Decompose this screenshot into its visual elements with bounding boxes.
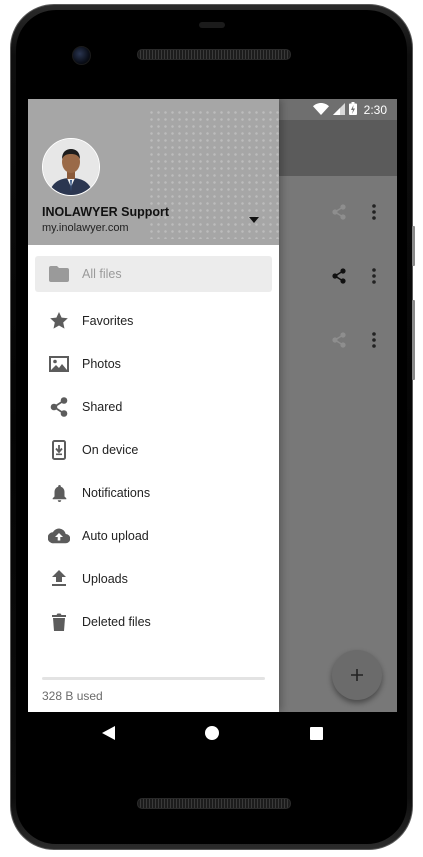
account-dropdown-icon[interactable] (249, 210, 259, 228)
menu-item-label: All files (82, 267, 122, 281)
menu-item-notifications[interactable]: Notifications (28, 471, 279, 514)
recents-button[interactable] (310, 727, 323, 740)
top-speaker (137, 49, 291, 60)
star-icon (48, 310, 70, 332)
home-button[interactable] (205, 726, 219, 740)
screen: 2:30 INOLAWYER Support my.inolawyer.com … (28, 99, 397, 712)
navigation-drawer: INOLAWYER Support my.inolawyer.com All f… (28, 99, 279, 712)
cloud-upload-icon (48, 525, 70, 547)
menu-item-favorites[interactable]: Favorites (28, 299, 279, 342)
share-icon (48, 396, 70, 418)
more-options-icon[interactable] (372, 332, 376, 353)
system-nav-bar (28, 712, 397, 754)
menu-item-label: Deleted files (82, 614, 151, 629)
account-server: my.inolawyer.com (42, 222, 129, 234)
menu-item-label: Photos (82, 356, 121, 371)
device-download-icon (48, 439, 70, 461)
front-camera (72, 46, 91, 65)
menu-item-label: On device (82, 442, 139, 457)
menu-item-label: Auto upload (82, 528, 149, 543)
menu-item-label: Uploads (82, 571, 128, 586)
volume-button (412, 300, 415, 380)
image-icon (48, 353, 70, 375)
drawer-header: INOLAWYER Support my.inolawyer.com (28, 99, 279, 245)
folder-icon (48, 263, 70, 285)
menu-item-label: Shared (82, 399, 123, 414)
bell-icon (48, 482, 70, 504)
clock: 2:30 (363, 103, 387, 117)
share-icon[interactable] (332, 204, 346, 225)
wifi-icon (312, 102, 329, 118)
account-name: INOLAWYER Support (42, 205, 170, 219)
menu-item-shared[interactable]: Shared (28, 385, 279, 428)
quota-progress-bar (42, 677, 265, 680)
more-options-icon[interactable] (372, 204, 376, 225)
menu-item-auto-upload[interactable]: Auto upload (28, 514, 279, 557)
plus-icon (351, 669, 363, 681)
signal-icon (332, 102, 345, 118)
power-button (412, 226, 415, 266)
upload-icon (48, 568, 70, 590)
menu-item-label: Notifications (82, 485, 151, 500)
bottom-speaker (137, 798, 291, 809)
back-button[interactable] (102, 726, 116, 745)
menu-item-on-device[interactable]: On device (28, 428, 279, 471)
menu-item-label: Favorites (82, 313, 134, 328)
menu-item-uploads[interactable]: Uploads (28, 557, 279, 600)
quota-text: 328 B used (42, 689, 103, 703)
battery-icon (348, 102, 357, 118)
menu-item-photos[interactable]: Photos (28, 342, 279, 385)
share-icon[interactable] (332, 268, 346, 289)
add-fab-button[interactable] (332, 650, 382, 700)
top-slot (199, 22, 225, 28)
avatar[interactable] (42, 138, 100, 196)
menu-item-deleted-files[interactable]: Deleted files (28, 600, 279, 643)
more-options-icon[interactable] (372, 268, 376, 289)
header-pattern (148, 109, 279, 239)
menu-item-all-files[interactable]: All files (35, 256, 272, 292)
drawer-menu: All files Favorites Photos Shared On dev… (28, 256, 279, 643)
trash-icon (48, 611, 70, 633)
share-icon[interactable] (332, 332, 346, 353)
